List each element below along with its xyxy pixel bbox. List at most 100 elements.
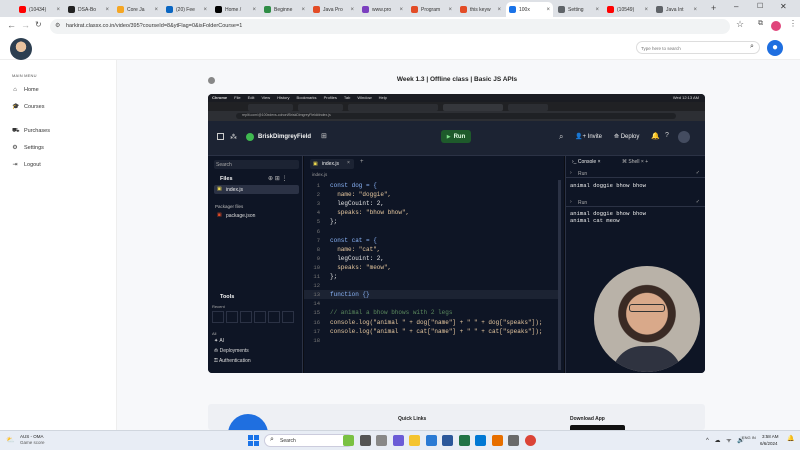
video-player[interactable]: Chrome File Edit View History Bookmarks Profil… bbox=[208, 94, 705, 373]
browser-tab[interactable]: Java Pro × bbox=[310, 2, 357, 17]
files-actions-icon[interactable]: ⊕ ⊞ ⋮ bbox=[268, 175, 287, 182]
file-explorer-icon[interactable] bbox=[359, 435, 371, 446]
browser-tab[interactable]: Setting × bbox=[555, 2, 602, 17]
word-icon[interactable] bbox=[442, 435, 453, 446]
vscode-icon[interactable] bbox=[475, 435, 486, 446]
chrome-icon[interactable] bbox=[524, 435, 536, 446]
tray-icons[interactable]: ^ ☁ ᯤ 🔊 bbox=[706, 436, 747, 444]
tab-close-icon[interactable]: × bbox=[448, 7, 452, 13]
java-icon[interactable] bbox=[491, 435, 503, 446]
console-add-tab-icon[interactable]: + bbox=[645, 159, 648, 165]
taskbar-date[interactable]: 6/6/2024 bbox=[760, 441, 778, 446]
task-view-icon[interactable] bbox=[376, 435, 387, 446]
browser-tab[interactable]: 100x × bbox=[506, 2, 553, 17]
repl-name[interactable]: BriskDimgreyField bbox=[258, 134, 311, 140]
forward-icon[interactable]: → bbox=[21, 20, 30, 30]
bookmark-star-icon[interactable]: ☆ bbox=[736, 19, 744, 30]
browser-tab[interactable]: www.pro × bbox=[359, 2, 406, 17]
language-indicator[interactable]: ENG IN bbox=[742, 435, 756, 440]
editor-tab-close-icon[interactable]: × bbox=[347, 160, 350, 166]
user-account-icon[interactable]: ● bbox=[767, 40, 783, 56]
browser-tab[interactable]: Beginne × bbox=[261, 2, 308, 17]
sidebar-item-logout[interactable]: ⇥ Logout bbox=[12, 161, 40, 169]
back-icon[interactable]: ← bbox=[7, 20, 16, 30]
replit-account-avatar[interactable] bbox=[678, 131, 690, 143]
minimize-button[interactable]: – bbox=[734, 2, 738, 11]
sidebar-item-courses[interactable]: 🎓 Courses bbox=[12, 103, 44, 111]
tab-close-icon[interactable]: × bbox=[56, 7, 60, 13]
browser-tab[interactable]: Home / × bbox=[212, 2, 259, 17]
tool-deployments[interactable]: ⟰ Deployments bbox=[214, 348, 249, 354]
new-file-icon[interactable]: ⊞ bbox=[321, 132, 327, 140]
tab-close-icon[interactable]: × bbox=[546, 7, 550, 13]
tab-close-icon[interactable]: × bbox=[301, 7, 305, 13]
code-area[interactable]: 1 const dog = {2 name: "doggie", 3 legCoui… bbox=[304, 180, 564, 370]
search-icon[interactable]: ⌕ bbox=[750, 43, 754, 51]
chat-app-icon[interactable] bbox=[392, 435, 404, 446]
site-logo-avatar[interactable] bbox=[10, 38, 32, 60]
taskbar-search[interactable]: ⌕ Search bbox=[264, 434, 354, 447]
editor-add-tab-icon[interactable]: + bbox=[360, 159, 364, 165]
settings-app-icon[interactable] bbox=[508, 435, 519, 446]
tab-close-icon[interactable]: × bbox=[154, 7, 158, 13]
tool-authentication[interactable]: ⚿ Authentication bbox=[214, 358, 251, 364]
browser-tab[interactable]: (10434) × bbox=[16, 2, 63, 17]
sidebar-item-home[interactable]: ⌂ Home bbox=[12, 87, 38, 93]
tab-close-icon[interactable]: × bbox=[644, 7, 648, 13]
console-close-icon[interactable]: × bbox=[598, 159, 601, 165]
browser-tab[interactable]: Core Ja × bbox=[114, 2, 161, 17]
close-window-button[interactable]: ✕ bbox=[780, 2, 787, 11]
replit-search-field[interactable]: Search bbox=[214, 160, 299, 169]
widget-app-icon[interactable] bbox=[343, 435, 354, 446]
invite-button[interactable]: 👤+ Invite bbox=[575, 133, 602, 140]
replit-logo-icon[interactable]: ⁂ bbox=[230, 133, 237, 141]
taskbar-time[interactable]: 3:58 AM bbox=[762, 434, 779, 439]
editor-scrollbar[interactable] bbox=[558, 180, 561, 370]
console-tab[interactable]: ›_ Console × bbox=[572, 159, 601, 165]
sidebar-item-settings[interactable]: ⚙ Settings bbox=[12, 144, 44, 152]
start-button[interactable] bbox=[248, 435, 259, 446]
notification-bell-icon[interactable]: 🔔 bbox=[787, 435, 794, 442]
run-button[interactable]: ▶ Run bbox=[441, 130, 471, 143]
files-label[interactable]: Files bbox=[220, 176, 233, 182]
sidebar-item-purchases[interactable]: ⛟ Purchases bbox=[12, 127, 50, 135]
browser-menu-icon[interactable]: ⋮ bbox=[789, 19, 797, 28]
help-icon[interactable]: ? bbox=[665, 132, 669, 139]
tab-close-icon[interactable]: × bbox=[497, 7, 501, 13]
store-icon[interactable] bbox=[425, 435, 437, 446]
browser-tab[interactable]: (10549) × bbox=[604, 2, 651, 17]
file-item-package-json[interactable]: ▣ package.json bbox=[214, 212, 299, 220]
site-info-icon[interactable]: ⚙ bbox=[55, 22, 60, 29]
sidebar-toggle-icon[interactable] bbox=[217, 133, 224, 140]
reload-icon[interactable]: ↻ bbox=[35, 20, 42, 29]
tab-close-icon[interactable]: × bbox=[693, 7, 697, 13]
folder-icon[interactable] bbox=[409, 435, 420, 446]
tab-close-icon[interactable]: × bbox=[350, 7, 354, 13]
tab-close-icon[interactable]: × bbox=[105, 7, 109, 13]
address-bar[interactable]: ⚙ harkirat.classx.co.in/video/395?course… bbox=[50, 19, 730, 34]
file-item-index-js[interactable]: ▣ index.js bbox=[214, 185, 299, 194]
browser-tab[interactable]: (20) Fee × bbox=[163, 2, 210, 17]
extensions-icon[interactable]: ⧉ bbox=[758, 20, 763, 28]
tab-close-icon[interactable]: × bbox=[203, 7, 207, 13]
tab-close-icon[interactable]: × bbox=[595, 7, 599, 13]
tool-ai[interactable]: ✦ AI bbox=[214, 338, 224, 344]
replit-search-icon[interactable]: ⌕ bbox=[559, 132, 563, 142]
deploy-button[interactable]: ⟰ Deploy bbox=[614, 133, 639, 140]
browser-tab[interactable]: DSA-Bo × bbox=[65, 2, 112, 17]
search-input[interactable] bbox=[641, 44, 741, 53]
profile-avatar[interactable] bbox=[771, 21, 781, 31]
repl-avatar[interactable] bbox=[246, 133, 254, 141]
browser-tab[interactable]: this keyw × bbox=[457, 2, 504, 17]
browser-tab[interactable]: Program × bbox=[408, 2, 455, 17]
excel-icon[interactable] bbox=[458, 435, 470, 446]
tab-close-icon[interactable]: × bbox=[252, 7, 256, 13]
search-box[interactable]: ⌕ bbox=[636, 41, 760, 54]
code-editor[interactable]: ▣ index.js × + index.js 1 const dog = {2 … bbox=[304, 156, 564, 373]
editor-tab-index-js[interactable]: ▣ index.js × bbox=[310, 159, 354, 169]
shell-tab[interactable]: ⌘ Shell × + bbox=[622, 159, 648, 165]
notifications-icon[interactable]: 🔔 bbox=[651, 132, 660, 140]
maximize-button[interactable]: ☐ bbox=[757, 2, 763, 10]
browser-tab[interactable]: Java Int × bbox=[653, 2, 700, 17]
tools-label[interactable]: Tools bbox=[220, 294, 234, 300]
